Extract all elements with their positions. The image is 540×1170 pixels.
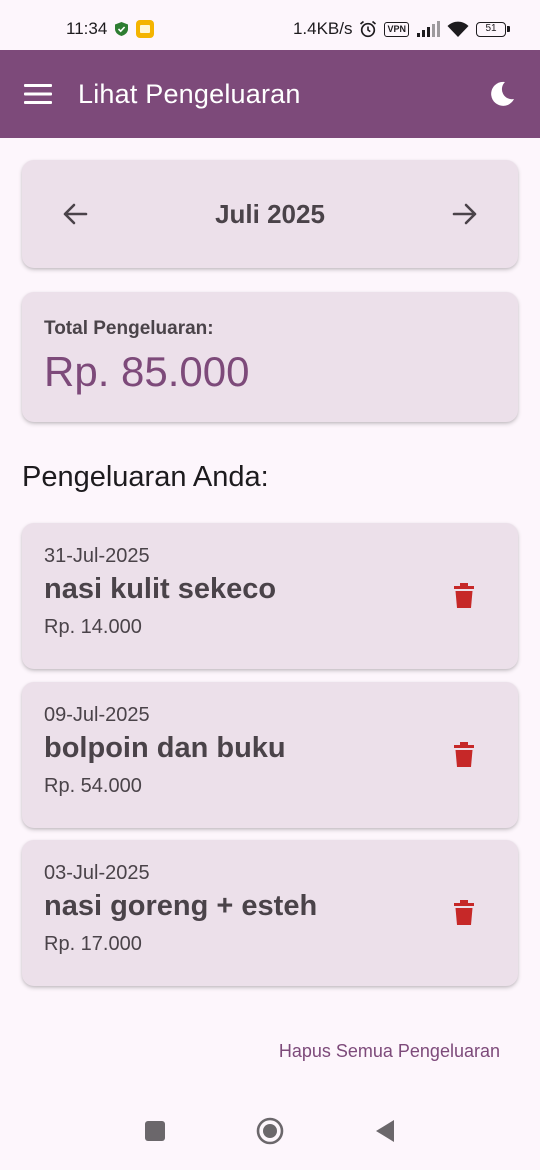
trash-icon bbox=[454, 742, 474, 767]
vpn-badge: VPN bbox=[384, 21, 409, 37]
notes-app-icon bbox=[136, 20, 155, 38]
trash-icon bbox=[454, 900, 474, 925]
expense-amount: Rp. 54.000 bbox=[44, 775, 142, 797]
page-title: Lihat Pengeluaran bbox=[78, 78, 301, 109]
signal-icon bbox=[417, 21, 440, 37]
section-title: Pengeluaran Anda: bbox=[22, 461, 269, 493]
prev-month-button[interactable] bbox=[62, 202, 88, 226]
total-card: Total Pengeluaran: Rp. 85.000 bbox=[22, 292, 518, 422]
status-right: 1.4KB/s VPN 51 bbox=[292, 19, 510, 39]
home-circle-icon bbox=[256, 1117, 284, 1145]
battery-indicator: 51 bbox=[476, 21, 510, 37]
alarm-icon bbox=[360, 20, 377, 38]
moon-icon bbox=[491, 81, 514, 106]
status-bar: 11:34 1.4KB/s VPN 51 bbox=[0, 0, 540, 50]
expense-date: 03-Jul-2025 bbox=[44, 862, 150, 884]
expense-card[interactable]: 31-Jul-2025 nasi kulit sekeco Rp. 14.000 bbox=[22, 523, 518, 669]
wifi-icon bbox=[447, 21, 469, 37]
total-label: Total Pengeluaran: bbox=[44, 318, 214, 339]
recents-button[interactable] bbox=[144, 1120, 166, 1142]
expense-date: 09-Jul-2025 bbox=[44, 704, 150, 726]
expense-card[interactable]: 03-Jul-2025 nasi goreng + esteh Rp. 17.0… bbox=[22, 840, 518, 986]
expense-name: nasi goreng + esteh bbox=[44, 890, 318, 922]
back-button[interactable] bbox=[374, 1119, 396, 1143]
menu-button[interactable] bbox=[24, 83, 52, 105]
delete-expense-button[interactable] bbox=[454, 583, 474, 609]
system-nav-bar bbox=[0, 1102, 540, 1170]
delete-expense-button[interactable] bbox=[454, 742, 474, 768]
month-navigator: Juli 2025 bbox=[22, 160, 518, 268]
expense-name: bolpoin dan buku bbox=[44, 732, 286, 764]
menu-icon bbox=[24, 84, 52, 104]
theme-toggle-button[interactable] bbox=[488, 80, 516, 108]
status-time: 11:34 bbox=[66, 19, 108, 38]
shield-check-icon bbox=[115, 22, 129, 36]
total-value: Rp. 85.000 bbox=[44, 348, 250, 395]
app-bar: Lihat Pengeluaran bbox=[0, 50, 540, 138]
expense-name: nasi kulit sekeco bbox=[44, 573, 277, 605]
arrow-left-icon bbox=[63, 203, 88, 225]
back-triangle-icon bbox=[376, 1120, 394, 1142]
expense-date: 31-Jul-2025 bbox=[44, 545, 150, 567]
expense-amount: Rp. 17.000 bbox=[44, 933, 142, 955]
expense-card[interactable]: 09-Jul-2025 bolpoin dan buku Rp. 54.000 bbox=[22, 682, 518, 828]
delete-expense-button[interactable] bbox=[454, 900, 474, 926]
trash-icon bbox=[454, 583, 474, 608]
status-left: 11:34 bbox=[66, 19, 155, 39]
clear-all-button[interactable]: Hapus Semua Pengeluaran bbox=[279, 1041, 500, 1062]
square-icon bbox=[145, 1121, 165, 1141]
home-button[interactable] bbox=[256, 1117, 284, 1145]
month-label: Juli 2025 bbox=[215, 198, 325, 229]
network-speed: 1.4KB/s bbox=[292, 19, 353, 38]
next-month-button[interactable] bbox=[452, 202, 478, 226]
arrow-right-icon bbox=[452, 203, 477, 225]
expense-amount: Rp. 14.000 bbox=[44, 616, 142, 638]
